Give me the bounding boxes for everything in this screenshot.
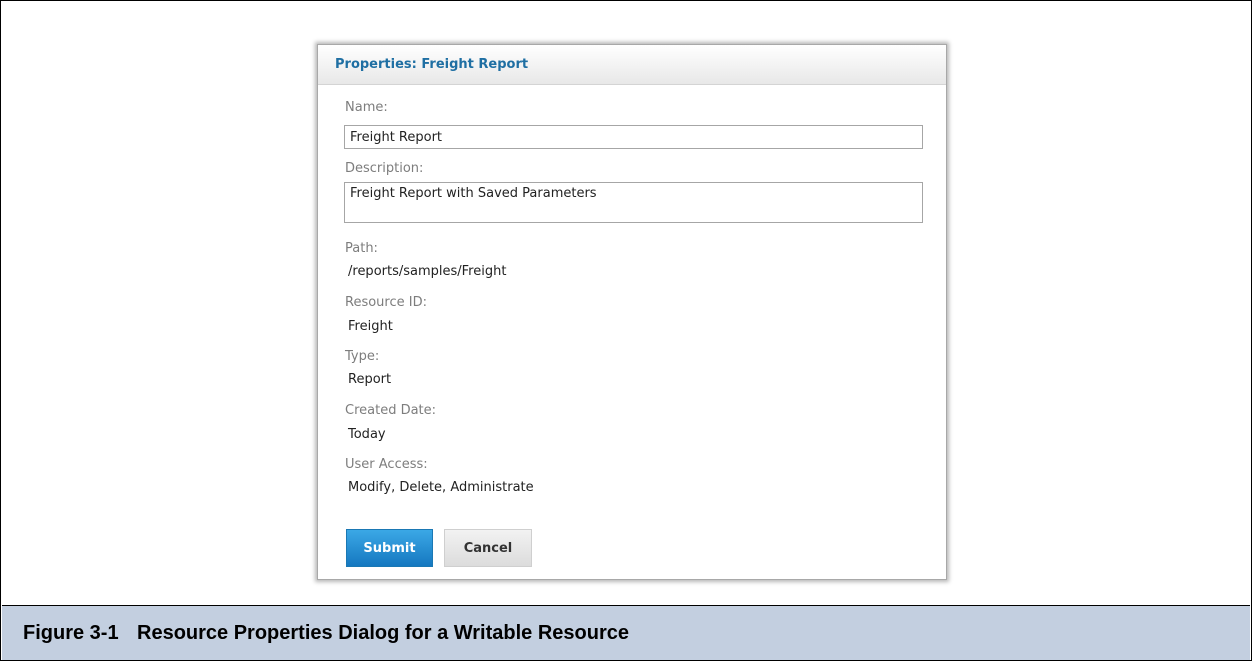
dialog-header: Properties: Freight Report: [318, 45, 946, 85]
description-textarea[interactable]: Freight Report with Saved Parameters: [344, 182, 923, 223]
created-date-value: Today: [348, 427, 386, 442]
resource-id-label: Resource ID:: [345, 295, 427, 310]
name-input[interactable]: [344, 125, 923, 149]
resource-id-value: Freight: [348, 319, 393, 334]
cancel-button[interactable]: Cancel: [444, 529, 532, 567]
submit-button[interactable]: Submit: [346, 529, 433, 567]
user-access-label: User Access:: [345, 457, 428, 472]
figure-number: Figure 3-1: [23, 622, 119, 644]
screenshot-area: Properties: Freight Report Name: Descrip…: [2, 2, 1250, 606]
path-value: /reports/samples/Freight: [348, 264, 507, 279]
figure-frame: Properties: Freight Report Name: Descrip…: [0, 0, 1252, 661]
name-label: Name:: [345, 100, 388, 115]
figure-caption-bar: Figure 3-1 Resource Properties Dialog fo…: [2, 606, 1250, 660]
created-date-label: Created Date:: [345, 403, 437, 418]
path-label: Path:: [345, 241, 378, 256]
user-access-value: Modify, Delete, Administrate: [348, 480, 534, 495]
dialog-title: Properties: Freight Report: [335, 57, 529, 72]
figure-title: Resource Properties Dialog for a Writabl…: [137, 622, 630, 644]
description-label: Description:: [345, 161, 424, 176]
type-label: Type:: [345, 349, 380, 364]
type-value: Report: [348, 372, 392, 387]
properties-dialog: Properties: Freight Report Name: Descrip…: [317, 44, 947, 580]
